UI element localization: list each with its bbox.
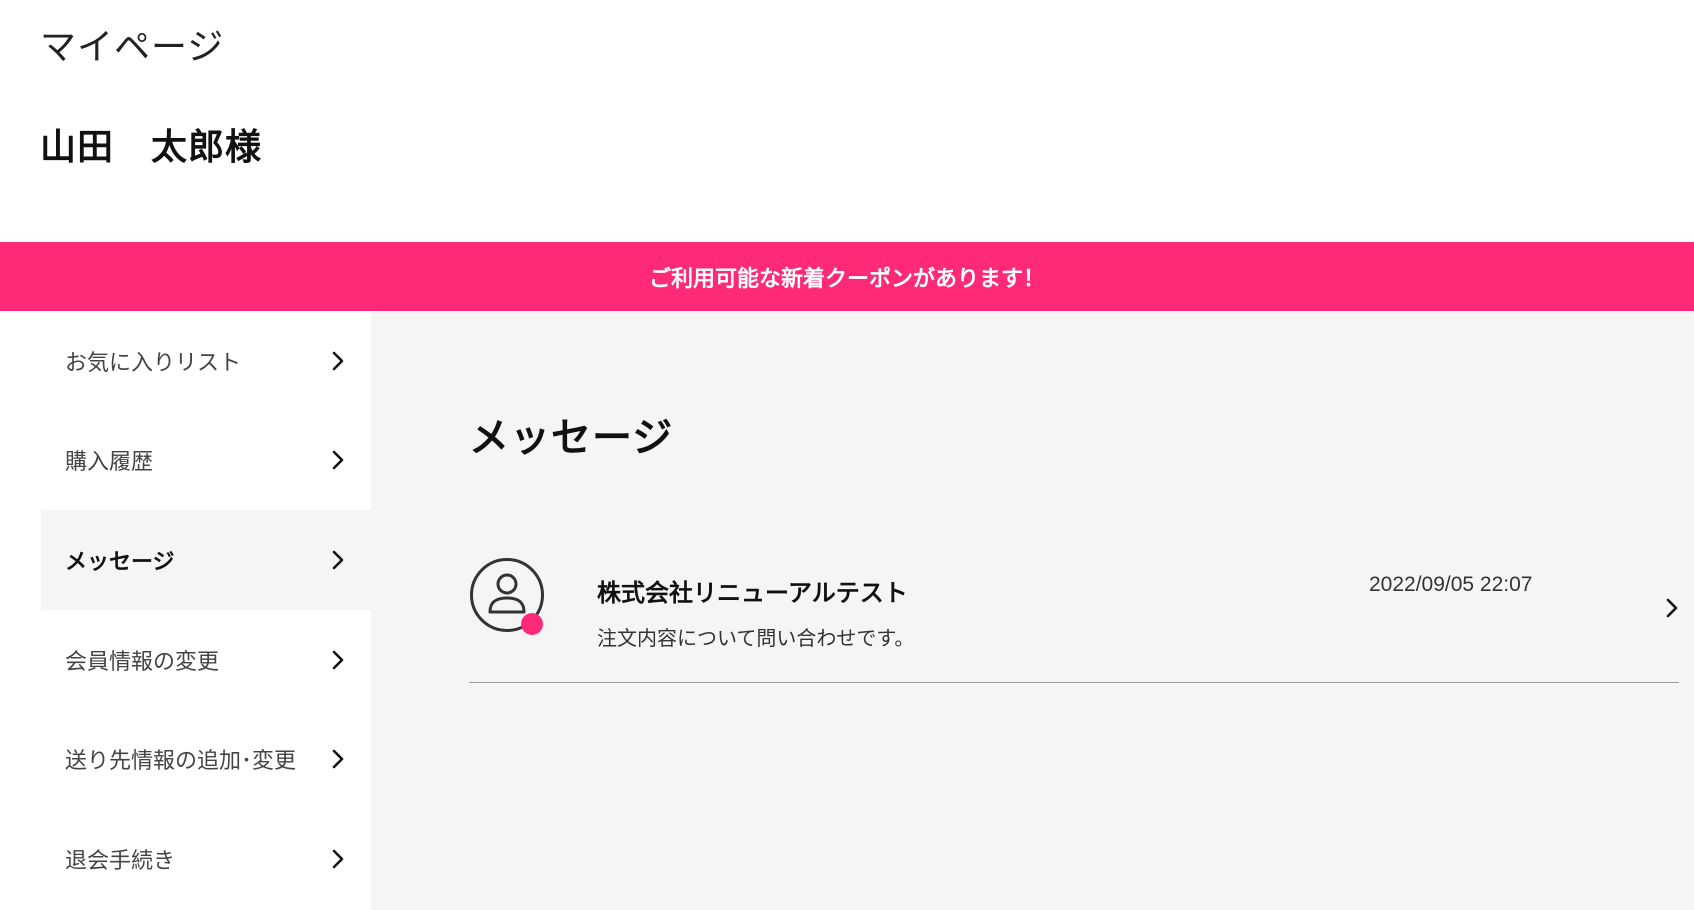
sidebar-item-purchase-history[interactable]: 購入履歴 [41, 411, 371, 511]
sidebar-item-label: 退会手続き [65, 848, 176, 874]
chevron-right-icon [332, 749, 344, 769]
sidebar-item-label: 会員情報の変更 [65, 649, 220, 675]
main-content: メッセージ 株式会社リニューアルテスト 2022/09/05 22:07 注文内… [371, 311, 1694, 910]
chevron-right-icon [332, 351, 344, 371]
user-greeting: 山田 太郎様 [40, 127, 263, 168]
section-title: メッセージ [469, 415, 674, 461]
coupon-banner[interactable]: ご利用可能な新着クーポンがあります！ [0, 242, 1694, 311]
coupon-banner-text: ご利用可能な新着クーポンがあります！ [648, 266, 1045, 292]
message-preview: 注文内容について問い合わせです。 [597, 626, 915, 650]
sidebar-item-withdrawal[interactable]: 退会手続き [41, 809, 371, 909]
sidebar-item-messages[interactable]: メッセージ [41, 510, 371, 610]
sidebar-nav: お気に入りリスト 購入履歴 メッセージ 会員情報の変更 送り先情報の追加･変更 … [41, 311, 371, 910]
chevron-right-icon [332, 550, 344, 570]
sidebar-item-label: 送り先情報の追加･変更 [65, 749, 297, 775]
sidebar-item-label: メッセージ [65, 549, 175, 575]
chevron-right-icon [332, 650, 344, 669]
sidebar-item-label: お気に入りリスト [65, 350, 242, 376]
page-title: マイページ [40, 27, 225, 68]
sidebar-item-member-info[interactable]: 会員情報の変更 [41, 610, 371, 710]
sidebar-item-favorites[interactable]: お気に入りリスト [41, 311, 371, 411]
sidebar-item-shipping-address[interactable]: 送り先情報の追加･変更 [41, 709, 371, 809]
unread-indicator [521, 613, 543, 635]
chevron-right-icon [332, 849, 344, 869]
sidebar-item-label: 購入履歴 [65, 450, 154, 476]
chevron-right-icon [1666, 598, 1678, 618]
chevron-right-icon [332, 451, 344, 470]
message-list-item[interactable]: 株式会社リニューアルテスト 2022/09/05 22:07 注文内容について問… [469, 531, 1679, 683]
message-date: 2022/09/05 22:07 [1369, 573, 1533, 596]
message-sender: 株式会社リニューアルテスト [597, 579, 908, 607]
